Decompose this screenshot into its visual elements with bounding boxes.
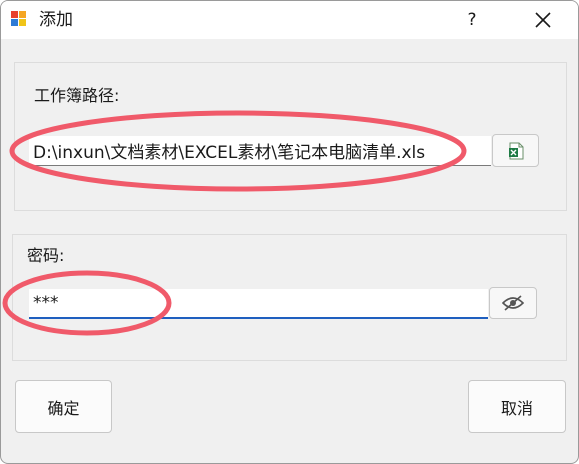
cancel-button[interactable]: 取消 [468, 380, 566, 433]
help-button[interactable]: ? [451, 3, 493, 37]
close-icon [535, 12, 551, 28]
title-bar[interactable]: 添加 ? [1, 1, 578, 39]
add-dialog: 添加 ? 工作簿路径: 密码: 确定 取消 [0, 0, 579, 464]
toggle-password-button[interactable] [489, 287, 537, 319]
app-icon [11, 11, 26, 26]
password-label: 密码: [27, 246, 65, 265]
ok-button[interactable]: 确定 [15, 380, 112, 433]
workbook-path-input[interactable] [29, 136, 491, 166]
eye-slash-icon [502, 295, 524, 311]
browse-file-button[interactable] [492, 134, 539, 167]
workbook-path-label: 工作簿路径: [34, 86, 120, 105]
password-input[interactable] [29, 289, 488, 319]
window-title: 添加 [39, 10, 73, 30]
close-button[interactable] [521, 3, 565, 37]
excel-file-icon [508, 142, 523, 159]
